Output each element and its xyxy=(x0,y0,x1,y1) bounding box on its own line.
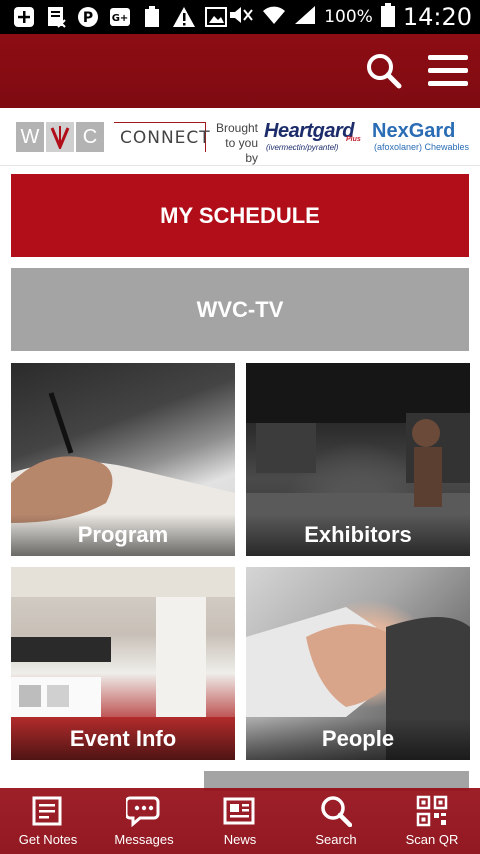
people-label: People xyxy=(246,718,470,760)
nav-scan-qr-label: Scan QR xyxy=(405,832,459,847)
wvc-letter-v xyxy=(46,122,74,152)
nav-get-notes-label: Get Notes xyxy=(18,832,78,847)
app-header xyxy=(0,34,480,108)
event-info-tile[interactable]: Event Info xyxy=(11,567,235,760)
nav-news-label: News xyxy=(223,832,257,847)
qr-icon xyxy=(414,794,450,828)
bottom-navigation: Get Notes Messages News Search Scan QR xyxy=(0,788,480,854)
wvc-letter-c: C xyxy=(76,122,104,152)
nav-search[interactable]: Search xyxy=(288,788,384,854)
notification-icons: P G+ xyxy=(12,5,228,29)
status-bar: P G+ 100% 14:20 xyxy=(0,0,480,34)
wvc-letter-w: W xyxy=(16,122,44,152)
wvc-tv-button[interactable]: WVC-TV xyxy=(11,268,469,351)
add-icon xyxy=(12,5,36,29)
exhibitors-label: Exhibitors xyxy=(246,514,470,556)
image-icon xyxy=(204,5,228,29)
clock: 14:20 xyxy=(402,3,472,31)
program-tile[interactable]: Program xyxy=(11,363,235,556)
battery-full-icon xyxy=(140,5,164,29)
battery-percentage: 100% xyxy=(324,7,373,27)
sponsor-banner[interactable]: W C CONNECT Brought to you by Heartgard … xyxy=(0,108,480,166)
heartgard-subtitle: (ivermectin/pyrantel) xyxy=(266,143,339,152)
heartgard-plus: Plus xyxy=(346,136,361,143)
program-label: Program xyxy=(11,514,235,556)
people-tile[interactable]: People xyxy=(246,567,470,760)
wvc-logo: W C xyxy=(16,122,104,152)
nexgard-subtitle: (afoxolaner) Chewables xyxy=(374,142,470,152)
notes-icon xyxy=(30,794,66,828)
signal-icon xyxy=(294,4,316,31)
mute-icon xyxy=(228,4,254,31)
exhibitors-tile[interactable]: Exhibitors xyxy=(246,363,470,556)
nav-scan-qr[interactable]: Scan QR xyxy=(384,788,480,854)
messages-icon xyxy=(126,794,162,828)
brought-line-1: Brought xyxy=(215,121,258,135)
wifi-icon xyxy=(262,4,286,31)
battery-icon xyxy=(380,2,395,32)
pinterest-icon: P xyxy=(76,5,100,29)
nav-news[interactable]: News xyxy=(192,788,288,854)
nav-search-label: Search xyxy=(315,832,357,847)
search-icon xyxy=(318,794,354,828)
menu-button[interactable] xyxy=(428,55,468,87)
nexgard-logo: NexGard xyxy=(372,120,456,142)
svg-text:P: P xyxy=(83,10,93,26)
svg-text:G+: G+ xyxy=(112,13,129,24)
search-button[interactable] xyxy=(366,53,402,89)
nav-messages-label: Messages xyxy=(114,832,174,847)
heartgard-logo: Heartgard xyxy=(264,120,354,142)
caduceus-icon xyxy=(50,126,70,149)
hamburger-menu-icon xyxy=(428,55,468,86)
my-schedule-button[interactable]: MY SCHEDULE xyxy=(11,174,469,257)
nav-messages[interactable]: Messages xyxy=(96,788,192,854)
warning-icon xyxy=(172,5,196,29)
nav-get-notes[interactable]: Get Notes xyxy=(0,788,96,854)
connect-label: CONNECT xyxy=(114,122,210,152)
news-icon xyxy=(222,794,258,828)
google-plus-icon: G+ xyxy=(108,5,132,29)
brought-to-you-by: Brought to you by xyxy=(210,121,258,166)
event-info-label: Event Info xyxy=(11,718,235,760)
brought-line-2: to you by xyxy=(225,136,258,165)
document-icon xyxy=(44,5,68,29)
search-icon xyxy=(367,54,402,89)
